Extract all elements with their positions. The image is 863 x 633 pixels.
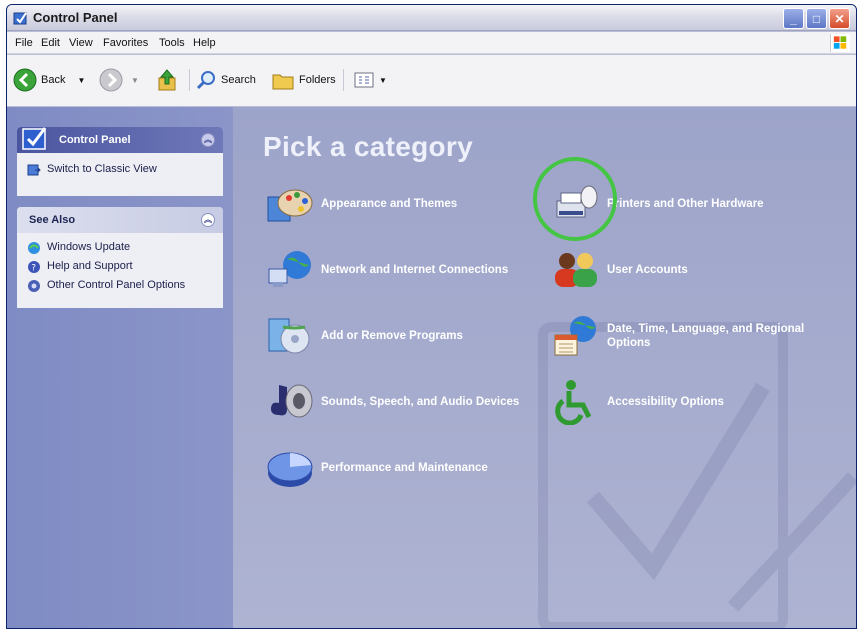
- folders-icon: [272, 74, 294, 90]
- folders-button[interactable]: Folders: [271, 65, 336, 95]
- see-also-header[interactable]: See Also ︽: [17, 207, 223, 233]
- menu-file[interactable]: File: [15, 37, 33, 49]
- menu-bar: File Edit View Favorites Tools Help: [7, 32, 856, 54]
- menu-edit[interactable]: Edit: [41, 37, 60, 49]
- calendar-globe-icon: [554, 316, 596, 356]
- category-accessibility-options[interactable]: Accessibility Options: [551, 379, 724, 425]
- category-label: Performance and Maintenance: [321, 462, 488, 474]
- classic-view-icon: [27, 164, 41, 176]
- minimize-button[interactable]: _: [783, 8, 804, 29]
- toolbar-separator: [343, 69, 344, 91]
- back-label: Back: [41, 74, 66, 86]
- category-label: User Accounts: [607, 264, 688, 276]
- highlight-circle: [533, 157, 617, 241]
- page-heading: Pick a category: [263, 131, 473, 162]
- folders-label: Folders: [299, 74, 336, 86]
- views-dropdown-icon: ▼: [379, 75, 387, 85]
- title-bar[interactable]: Control Panel _ □ ✕: [7, 5, 856, 31]
- menu-favorites[interactable]: Favorites: [103, 37, 148, 49]
- palette-icon: [267, 189, 313, 222]
- close-button[interactable]: ✕: [829, 8, 850, 29]
- back-dropdown-icon[interactable]: ▼: [77, 76, 85, 85]
- control-panel-box-header[interactable]: Control Panel ︽: [17, 127, 223, 153]
- cd-box-icon: [268, 318, 310, 354]
- menu-view[interactable]: View: [69, 37, 93, 49]
- switch-to-classic-view-label: Switch to Classic View: [47, 163, 157, 175]
- maximize-button[interactable]: □: [806, 8, 827, 29]
- category-label: Date, Time, Language, and Regional Optio…: [607, 323, 805, 349]
- control-panel-icon: [13, 12, 27, 25]
- pie-gauge-icon: [267, 452, 313, 487]
- up-folder-icon: [158, 69, 176, 91]
- category-network-and-internet[interactable]: Network and Internet Connections: [265, 247, 508, 293]
- category-date-time-language-regional[interactable]: Date, Time, Language, and Regional Optio…: [551, 313, 837, 359]
- category-add-or-remove-programs[interactable]: Add or Remove Programs: [265, 313, 463, 359]
- control-panel-big-icon: [22, 127, 47, 150]
- control-panel-box-title: Control Panel: [59, 134, 131, 146]
- menu-tools[interactable]: Tools: [159, 37, 185, 49]
- wheelchair-icon: [555, 380, 592, 425]
- search-button[interactable]: Search: [195, 65, 256, 95]
- speaker-music-icon: [271, 384, 313, 418]
- window-title: Control Panel: [33, 10, 118, 25]
- users-icon: [555, 253, 597, 287]
- category-label: Accessibility Options: [607, 396, 724, 408]
- help-icon: ?: [28, 261, 40, 274]
- see-also-title: See Also: [29, 214, 76, 226]
- search-label: Search: [221, 74, 256, 86]
- windows-update-link[interactable]: Windows Update: [27, 241, 215, 255]
- control-panel-box: Control Panel ︽ Switch to Classic View: [17, 127, 223, 196]
- forward-button[interactable]: ▼: [99, 65, 139, 95]
- other-control-panel-options-label: Other Control Panel Options: [47, 279, 186, 291]
- main-content: Pick a category Appearance and Themes Ne…: [233, 107, 856, 628]
- forward-arrow-icon: [99, 68, 123, 92]
- up-folder-button[interactable]: [157, 65, 179, 95]
- back-arrow-icon: [13, 68, 37, 92]
- other-control-panel-options-link[interactable]: Other Control Panel Options: [27, 279, 215, 293]
- globe-network-icon: [268, 251, 311, 287]
- collapse-chevron-icon[interactable]: ︽: [201, 133, 215, 147]
- help-and-support-link[interactable]: ? Help and Support: [27, 260, 215, 274]
- windows-update-label: Windows Update: [47, 241, 131, 253]
- category-performance-and-maintenance[interactable]: Performance and Maintenance: [265, 445, 488, 491]
- help-and-support-label: Help and Support: [47, 260, 133, 272]
- views-button[interactable]: ▼: [353, 65, 387, 95]
- back-button[interactable]: Back ▼: [13, 65, 85, 95]
- windows-update-icon: [28, 242, 40, 254]
- forward-dropdown-icon[interactable]: ▼: [131, 76, 139, 85]
- see-also-box: See Also ︽ Windows Update ? Help and Sup…: [17, 207, 223, 308]
- toolbar: Back ▼ ▼ Search Folders ▼: [7, 55, 856, 107]
- category-label: Sounds, Speech, and Audio Devices: [321, 396, 520, 408]
- collapse-chevron-icon[interactable]: ︽: [201, 213, 215, 227]
- menu-help[interactable]: Help: [193, 37, 216, 49]
- switch-to-classic-view-link[interactable]: Switch to Classic View: [27, 163, 215, 177]
- task-pane: Control Panel ︽ Switch to Classic View S…: [7, 107, 233, 628]
- category-label: Appearance and Themes: [321, 198, 458, 210]
- views-icon: [354, 72, 374, 88]
- category-label: Add or Remove Programs: [321, 330, 463, 342]
- toolbar-separator: [189, 69, 190, 91]
- category-label: Network and Internet Connections: [321, 264, 509, 276]
- options-icon: [28, 280, 40, 292]
- svg-text:?: ?: [31, 264, 36, 274]
- category-appearance-and-themes[interactable]: Appearance and Themes: [265, 181, 457, 227]
- control-panel-window: Control Panel _ □ ✕ File Edit View Favor…: [6, 4, 857, 629]
- windows-logo-icon: [830, 34, 850, 52]
- search-icon: [196, 71, 215, 90]
- category-sounds-speech-audio[interactable]: Sounds, Speech, and Audio Devices: [265, 379, 519, 425]
- category-label: Printers and Other Hardware: [607, 198, 764, 210]
- category-user-accounts[interactable]: User Accounts: [551, 247, 688, 293]
